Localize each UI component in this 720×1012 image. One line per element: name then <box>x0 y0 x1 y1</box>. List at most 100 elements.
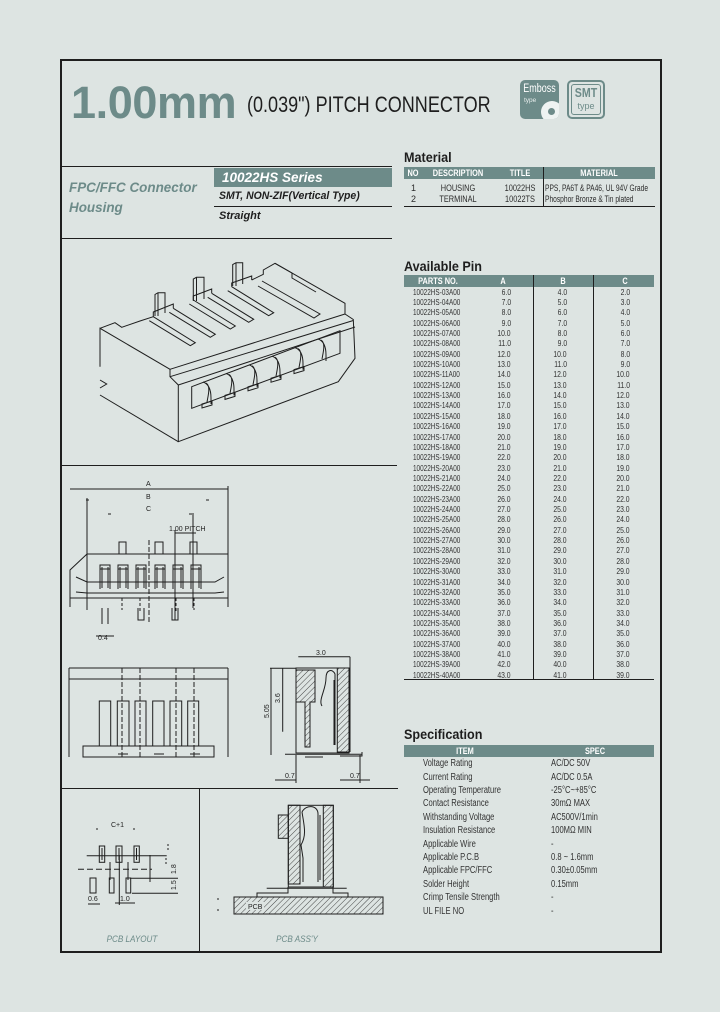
pin-table-row: 10022HS-15A00 18.0 16.0 14.0 <box>404 412 654 422</box>
emboss-badge-label: Emboss <box>523 83 556 95</box>
part-number: 10022HS-38A00 <box>413 650 461 660</box>
dim-a-value: 10.0 <box>497 328 511 338</box>
dim-a-value: 9.0 <box>501 318 511 328</box>
dim-a-value: 7.0 <box>501 297 511 307</box>
part-number: 10022HS-17A00 <box>413 432 461 442</box>
pin-table-row: 10022HS-14A00 17.0 15.0 13.0 <box>404 401 654 411</box>
pin-table-row: 10022HS-08A00 11.0 9.0 7.0 <box>404 339 654 349</box>
divider-line <box>60 238 392 239</box>
material-spec: Phosphor Bronze & Tin plated <box>545 193 634 204</box>
series-banner: 10022HS Series <box>214 168 392 187</box>
dim-b-value: 17.0 <box>553 422 567 432</box>
pin-table-row: 10022HS-16A00 19.0 17.0 15.0 <box>404 422 654 432</box>
orientation: Straight <box>219 210 261 222</box>
material-part-title: 10022HS <box>504 182 536 193</box>
pin-table-row: 10022HS-19A00 22.0 20.0 18.0 <box>404 453 654 463</box>
material-no: 1 <box>410 182 416 193</box>
part-number: 10022HS-27A00 <box>413 536 461 546</box>
spec-table-row: Crimp Tensile Strength - <box>404 891 655 904</box>
dim-a-value: 37.0 <box>497 608 511 618</box>
col-header-title: TITLE <box>509 168 531 178</box>
dim-c-value: 18.0 <box>616 453 630 463</box>
spec-item: Crimp Tensile Strength <box>423 892 500 904</box>
dim-a-value: 34.0 <box>497 577 511 587</box>
part-number: 10022HS-06A00 <box>413 318 461 328</box>
spec-table-row: Applicable P.C.B 0.8 ~ 1.6mm <box>404 851 655 864</box>
col-header-b: B <box>560 276 566 286</box>
dim-b-value: 33.0 <box>553 587 567 597</box>
dim-b-value: 37.0 <box>553 629 567 639</box>
smt-badge-sub: type <box>577 101 595 111</box>
available-pin-title: Available Pin <box>404 258 482 274</box>
part-number: 10022HS-26A00 <box>413 525 461 535</box>
dim-c-value: 25.0 <box>616 525 630 535</box>
pcb-assy-caption: PCB ASS'Y <box>276 934 318 944</box>
dim-a-value: 14.0 <box>497 370 511 380</box>
dim-c-value: 2.0 <box>620 287 630 297</box>
dim-c-value: 7.0 <box>620 339 630 349</box>
dim-a-value: 12.0 <box>497 349 511 359</box>
dim-c-value: 6.0 <box>620 328 630 338</box>
part-number: 10022HS-05A00 <box>413 308 461 318</box>
dim-b-value: 19.0 <box>553 442 567 452</box>
dim-c-value: 31.0 <box>616 587 630 597</box>
spec-value: - <box>551 892 554 904</box>
dim-b-value: 16.0 <box>553 411 567 421</box>
part-number: 10022HS-14A00 <box>413 401 461 411</box>
table-bottom-line <box>404 206 655 207</box>
pin-table-row: 10022HS-21A00 24.0 22.0 20.0 <box>404 474 654 484</box>
part-number: 10022HS-23A00 <box>413 494 461 504</box>
part-number: 10022HS-24A00 <box>413 505 461 515</box>
col-header-spec: SPEC <box>584 746 606 756</box>
product-category: FPC/FFC Connector Housing <box>69 177 197 217</box>
dim-a-value: 23.0 <box>497 463 511 473</box>
spec-table-row: Applicable Wire - <box>404 838 655 851</box>
dim-b-value: 28.0 <box>553 536 567 546</box>
dim-b-value: 11.0 <box>554 360 567 370</box>
part-number: 10022HS-35A00 <box>413 619 461 628</box>
pin-table-row: 10022HS-09A00 12.0 10.0 8.0 <box>404 350 654 360</box>
part-number: 10022HS-36A00 <box>413 629 461 639</box>
divider-line <box>60 465 397 466</box>
part-number: 10022HS-37A00 <box>413 639 461 649</box>
part-number: 10022HS-31A00 <box>413 577 461 587</box>
pin-table-row: 10022HS-35A00 38.0 36.0 34.0 <box>404 619 654 629</box>
dim-c-value: 27.0 <box>616 546 630 556</box>
dim-a-value: 15.0 <box>497 380 511 390</box>
spec-item: Current Rating <box>423 771 473 783</box>
dim-c-value: 19.0 <box>616 463 630 473</box>
dim-a-value: 31.0 <box>497 546 511 556</box>
part-number: 10022HS-39A00 <box>413 660 461 670</box>
spec-table-row: Applicable FPC/FFC 0.30±0.05mm <box>404 864 655 877</box>
dim-c-value: 23.0 <box>616 505 630 515</box>
part-number: 10022HS-03A00 <box>413 287 461 297</box>
spec-value: 100MΩ MIN <box>551 825 592 837</box>
pitch-title: 1.00mm <box>71 77 237 128</box>
spec-table-body: Voltage Rating AC/DC 50V Current Rating … <box>404 757 655 918</box>
reel-icon <box>541 101 559 119</box>
dim-a-value: 36.0 <box>497 598 511 608</box>
dim-c-value: 12.0 <box>616 391 630 401</box>
pin-table-row: 10022HS-27A00 30.0 28.0 26.0 <box>404 536 654 546</box>
dim-b-value: 27.0 <box>553 525 567 535</box>
material-cell: PPS, PA6T & PA46, UL 94V Grade <box>545 183 655 194</box>
spec-value: - <box>551 838 554 850</box>
spec-value: 30mΩ MAX <box>551 798 591 810</box>
dim-a-value: 25.0 <box>497 484 511 494</box>
dim-c-value: 14.0 <box>616 411 630 421</box>
pcb-layout-caption: PCB LAYOUT <box>106 934 158 944</box>
part-number: 10022HS-22A00 <box>413 484 461 494</box>
col-header-material: MATERIAL <box>580 168 618 178</box>
spec-value: -25°C~+85°C <box>551 785 597 797</box>
smt-badge-label: SMT <box>574 86 598 100</box>
spec-table-row: UL FILE NO - <box>404 905 655 918</box>
dim-a-value: 26.0 <box>497 494 511 504</box>
dim-c-value: 36.0 <box>616 639 630 649</box>
pin-table-row: 10022HS-32A00 35.0 33.0 31.0 <box>404 588 654 598</box>
dim-c-value: 22.0 <box>616 494 630 504</box>
part-number: 10022HS-30A00 <box>413 567 461 577</box>
material-no: 2 <box>410 193 416 204</box>
dim-c-value: 9.0 <box>620 360 630 370</box>
spec-item: Voltage Rating <box>423 758 473 770</box>
dim-c-value: 33.0 <box>616 608 630 618</box>
